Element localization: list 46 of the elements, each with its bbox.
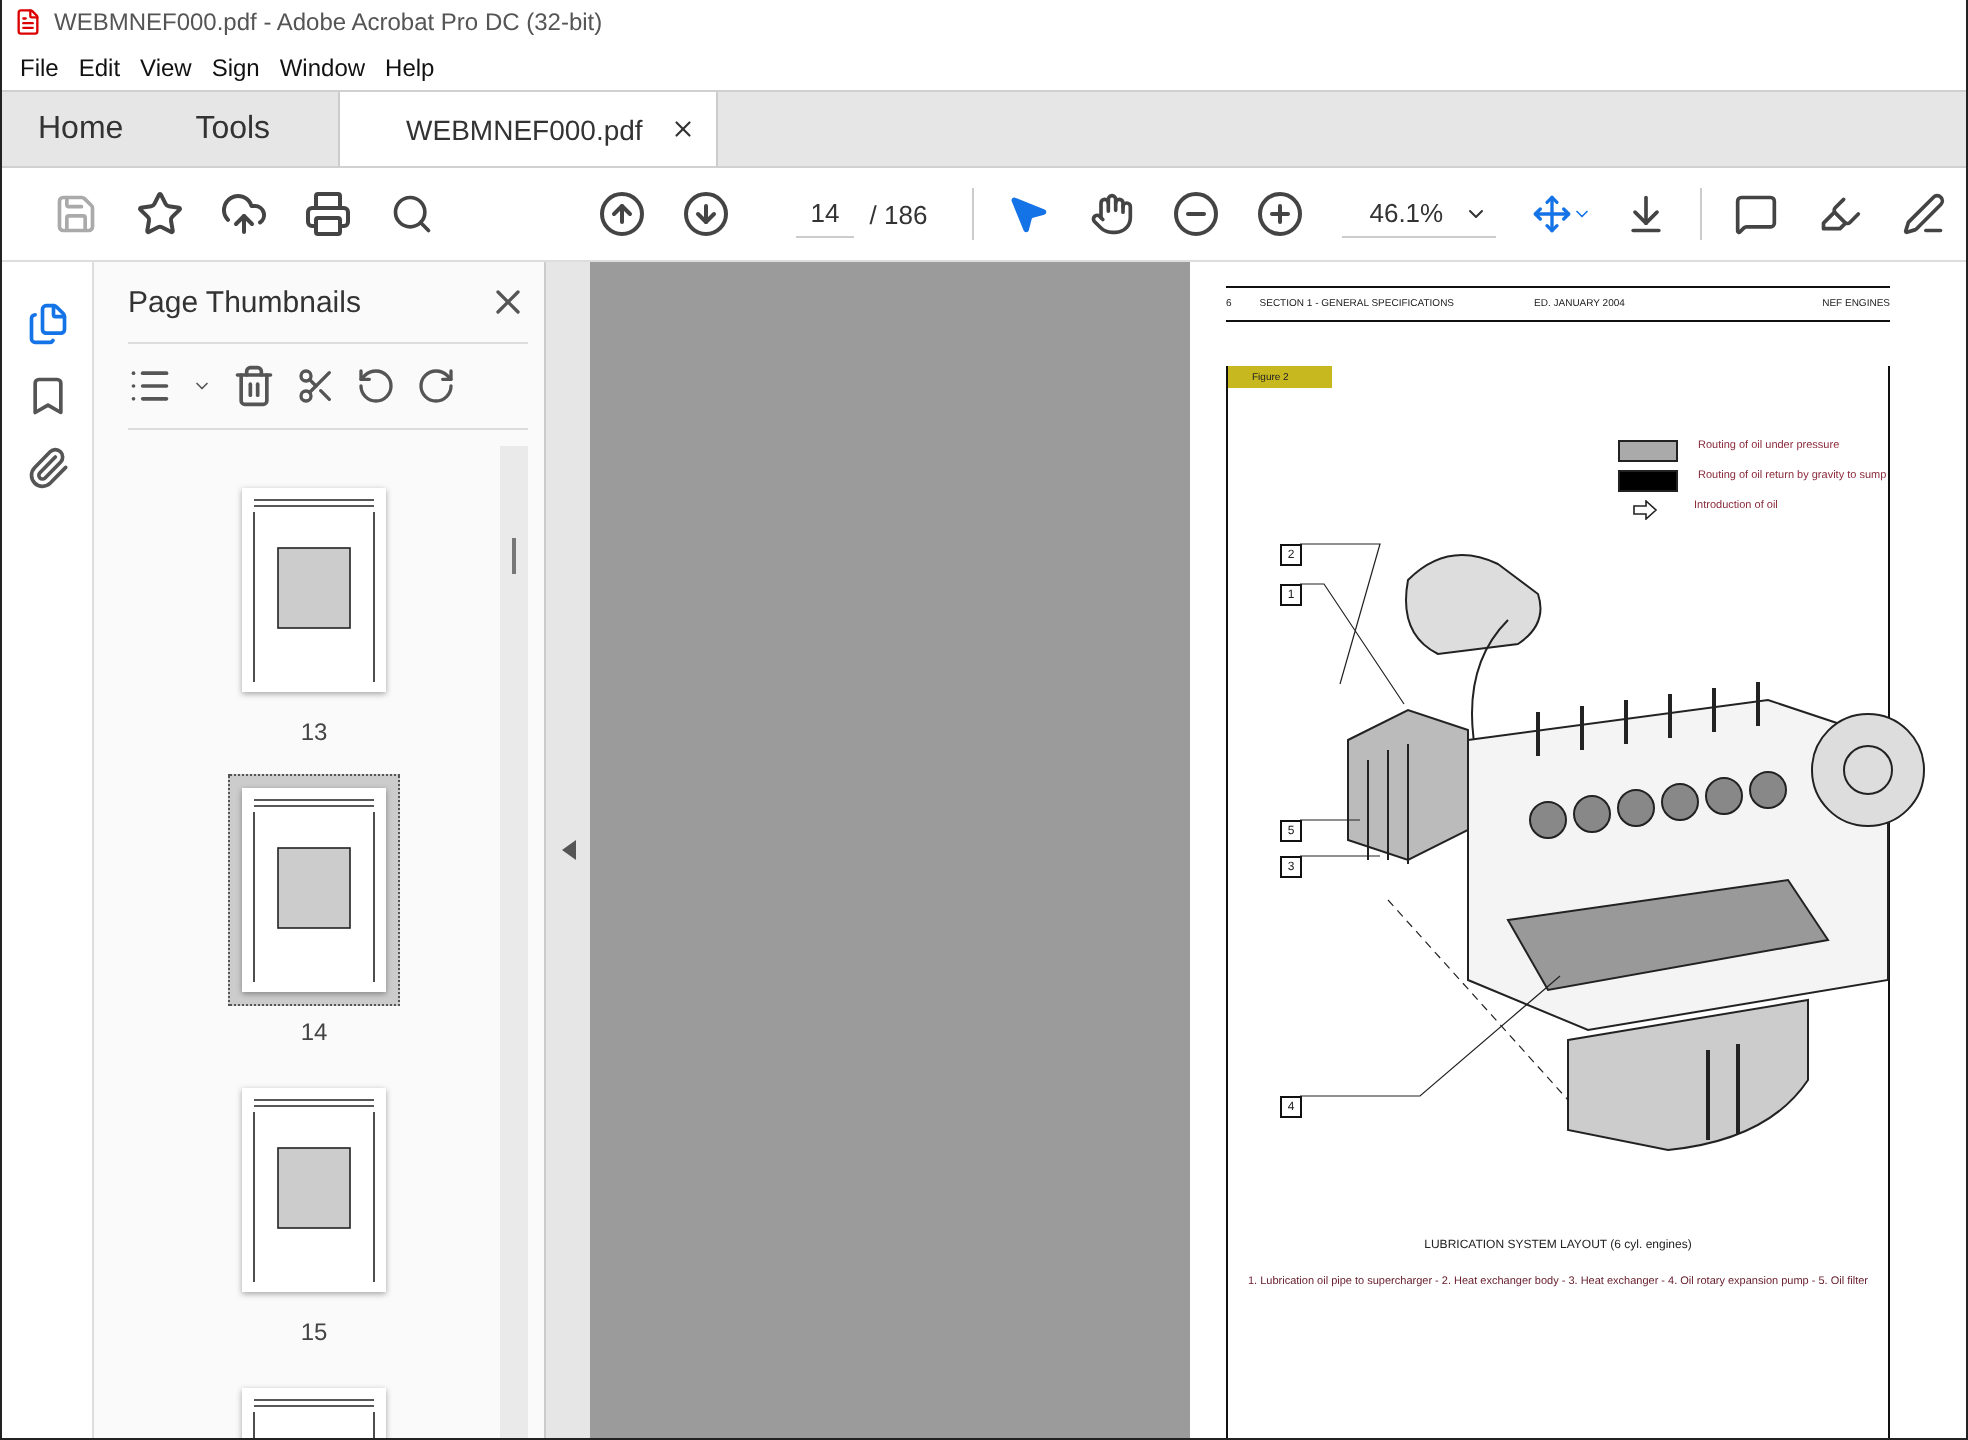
close-icon[interactable] <box>670 116 697 142</box>
panel-title: Page Thumbnails <box>128 285 361 319</box>
zoom-out-icon[interactable] <box>1171 190 1220 238</box>
pdf-app-icon <box>14 8 42 36</box>
zoom-in-icon[interactable] <box>1255 190 1304 238</box>
star-icon[interactable] <box>136 190 185 238</box>
menu-item[interactable]: View <box>130 53 202 81</box>
tab[interactable]: WEBMNEF000.pdf <box>338 92 719 166</box>
menu-item[interactable]: Help <box>375 53 445 81</box>
fit-page-icon[interactable] <box>1531 194 1572 234</box>
sidebar-tab[interactable] <box>25 302 69 346</box>
rotate-right-icon[interactable] <box>416 366 456 406</box>
page-number-field[interactable]: 14 <box>796 191 854 237</box>
page-thumbnail[interactable] <box>242 488 386 692</box>
menu-item[interactable]: Sign <box>201 53 270 81</box>
cloud-upload-icon[interactable] <box>220 190 269 238</box>
tab[interactable]: Home <box>2 92 160 166</box>
window-title: WEBMNEF000.pdf - Adobe Acrobat Pro DC (32-bit) <box>54 8 603 36</box>
page-thumbnail[interactable] <box>242 788 386 992</box>
page-number-label: 14 <box>300 1018 328 1046</box>
printer-icon[interactable] <box>304 190 353 238</box>
arrow-up-icon[interactable] <box>598 190 647 238</box>
page-count: / 186 <box>869 199 928 229</box>
legend-swatch <box>1618 440 1678 462</box>
pen-icon[interactable] <box>1901 192 1946 236</box>
pages-icon <box>25 302 69 346</box>
comment-icon[interactable] <box>1733 192 1778 236</box>
menu-item[interactable]: File <box>10 53 69 81</box>
pointer-icon[interactable] <box>1005 192 1050 236</box>
paperclip-icon <box>25 446 69 490</box>
trash-icon[interactable] <box>232 364 276 408</box>
caret-left-icon[interactable] <box>561 840 575 860</box>
search-icon[interactable] <box>390 192 435 236</box>
sidebar-tab[interactable] <box>25 446 69 490</box>
menu-item[interactable]: Edit <box>68 53 131 81</box>
zoom-dropdown[interactable]: 46.1% <box>1341 191 1496 237</box>
rotate-left-icon[interactable] <box>356 366 396 406</box>
page-number-label: 13 <box>300 718 328 746</box>
tab[interactable]: Tools <box>159 92 307 166</box>
page-number-label: 15 <box>300 1318 328 1346</box>
hand-icon[interactable] <box>1089 192 1134 236</box>
menu-item[interactable]: Window <box>269 53 376 81</box>
page-thumbnail[interactable] <box>242 1088 386 1292</box>
highlighter-icon[interactable] <box>1817 192 1862 236</box>
arrow-down-icon[interactable] <box>682 190 731 238</box>
legend-swatch <box>1618 470 1678 492</box>
